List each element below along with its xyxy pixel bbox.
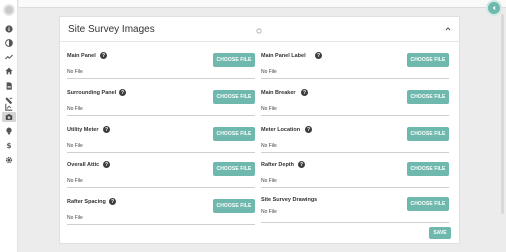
file-status: No File [67,143,83,149]
choose-file-button[interactable]: CHOOSE FILE [213,127,255,141]
field-rafter-spacing: Rafter Spacing ? No File CHOOSE FILE [67,193,255,225]
choose-file-button[interactable]: CHOOSE FILE [213,90,255,104]
info-icon[interactable] [5,25,13,33]
field-label: Main Panel [67,53,96,59]
help-icon[interactable]: ? [103,126,110,133]
gear-icon[interactable] [5,156,13,164]
help-icon[interactable]: ? [315,52,322,59]
help-icon[interactable]: ? [305,126,312,133]
scrollbar[interactable] [501,14,504,214]
help-icon[interactable]: ? [119,89,126,96]
field-main-breaker: Main Breaker ? No File CHOOSE FILE [261,84,449,116]
field-label: Rafter Spacing [67,199,106,205]
site-survey-images-card: Site Survey Images Main Panel ? No File … [59,16,460,244]
save-button[interactable]: SAVE [429,227,451,239]
field-label: Overall Attic [67,162,100,168]
divider [60,41,459,42]
choose-file-button[interactable]: CHOOSE FILE [407,197,449,211]
field-main-panel-label: Main Panel Label ? No File CHOOSE FILE [261,47,449,79]
top-bar [19,0,506,8]
document-icon[interactable] [5,82,13,90]
loading-cursor-icon [256,28,262,34]
help-icon[interactable]: ? [109,198,116,205]
help-icon[interactable]: ? [100,52,107,59]
trend-icon[interactable] [5,53,13,61]
file-status: No File [67,215,83,221]
help-icon[interactable]: ? [103,161,110,168]
file-status: No File [67,106,83,112]
field-label: Surrounding Panel [67,90,117,96]
chart-icon[interactable] [5,103,13,111]
file-status: No File [261,143,277,149]
choose-file-button[interactable]: CHOOSE FILE [213,53,255,67]
field-label: Site Survey Drawings [261,197,318,203]
file-status: No File [261,106,277,112]
lightbulb-icon[interactable] [5,127,13,135]
help-icon[interactable]: ? [298,161,305,168]
choose-file-button[interactable]: CHOOSE FILE [213,199,255,213]
field-main-panel: Main Panel ? No File CHOOSE FILE [67,47,255,79]
choose-file-button[interactable]: CHOOSE FILE [407,90,449,104]
dollar-icon[interactable]: $ [5,141,13,149]
chevron-up-icon[interactable] [445,26,451,32]
collapse-panel-button[interactable] [488,2,500,14]
contrast-icon[interactable] [5,39,13,47]
field-label: Rafter Depth [261,162,295,168]
file-status: No File [261,69,277,75]
sidebar: $ [0,0,18,252]
camera-icon[interactable] [2,112,16,122]
field-label: Meter Location [261,127,301,133]
choose-file-button[interactable]: CHOOSE FILE [213,162,255,176]
choose-file-button[interactable]: CHOOSE FILE [407,162,449,176]
file-status: No File [67,69,83,75]
section-title: Site Survey Images [68,24,155,35]
field-overall-attic: Overall Attic ? No File CHOOSE FILE [67,156,255,188]
field-label: Main Panel Label [261,53,306,59]
file-status: No File [261,178,277,184]
svg-text:$: $ [6,141,11,149]
file-status: No File [261,209,277,215]
field-meter-location: Meter Location ? No File CHOOSE FILE [261,121,449,153]
chevron-left-icon [492,5,496,11]
choose-file-button[interactable]: CHOOSE FILE [407,127,449,141]
field-utility-meter: Utility Meter ? No File CHOOSE FILE [67,121,255,153]
field-surrounding-panel: Surrounding Panel ? No File CHOOSE FILE [67,84,255,116]
field-label: Utility Meter [67,127,99,133]
field-label: Main Breaker [261,90,296,96]
choose-file-button[interactable]: CHOOSE FILE [407,53,449,67]
field-site-survey-drawings: Site Survey Drawings No File CHOOSE FILE [261,191,449,223]
home-icon[interactable] [5,67,13,75]
help-icon[interactable]: ? [301,89,308,96]
app-logo[interactable] [3,4,15,16]
field-rafter-depth: Rafter Depth ? No File CHOOSE FILE [261,156,449,188]
file-status: No File [67,178,83,184]
